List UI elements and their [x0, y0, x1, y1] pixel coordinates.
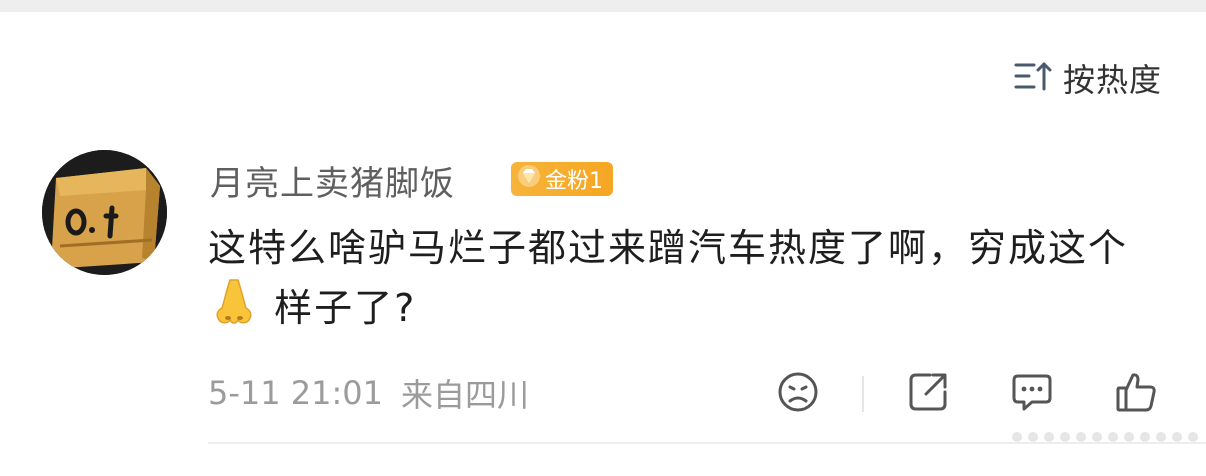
comment-time: 5-11 21:01: [208, 374, 384, 412]
like-icon: [1114, 370, 1158, 418]
avatar[interactable]: [42, 150, 167, 275]
comment-location: 来自四川: [401, 376, 530, 414]
watermark-dots: [1012, 432, 1198, 442]
action-separator: [862, 376, 864, 412]
top-gray-bar: [0, 0, 1206, 12]
sort-label: 按热度: [1062, 61, 1162, 99]
share-button[interactable]: [904, 370, 952, 418]
comment-text-part2: 样子了?: [274, 286, 417, 330]
badge-label: 金粉1: [545, 169, 603, 194]
comment-text-part1: 这特么啥驴马烂子都过来蹭汽车热度了啊，穷成这个: [208, 226, 1129, 270]
comment-button[interactable]: [1008, 370, 1056, 418]
sort-lines-up-icon: [1013, 59, 1053, 97]
comment-meta: 5-11 21:01 来自四川: [208, 371, 529, 415]
sad-face-icon: [776, 370, 820, 418]
like-button[interactable]: [1112, 370, 1160, 418]
sort-by-hot-button[interactable]: 按热度: [1013, 56, 1162, 100]
sad-face-button[interactable]: [774, 370, 822, 418]
comment-icon: [1010, 370, 1054, 418]
gem-icon: [517, 164, 541, 194]
comment-divider: [208, 442, 1206, 444]
username[interactable]: 月亮上卖猪脚饭: [210, 156, 455, 204]
nose-emoji: [214, 278, 254, 343]
share-icon: [906, 370, 950, 418]
fan-badge[interactable]: 金粉1: [511, 162, 613, 196]
comment-text: 这特么啥驴马烂子都过来蹭汽车热度了啊，穷成这个 样子了?: [208, 218, 1168, 343]
